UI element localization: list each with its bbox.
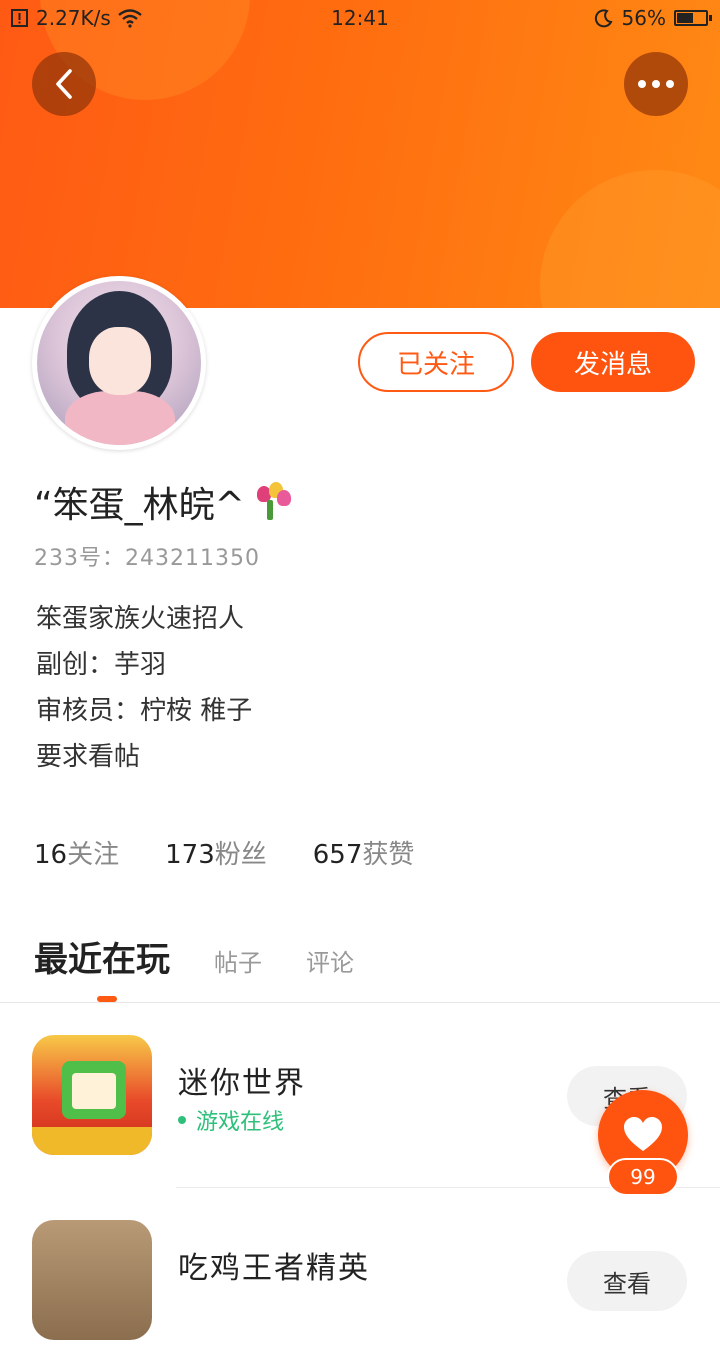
flower-emoji-icon bbox=[253, 482, 293, 522]
battery-icon bbox=[674, 10, 712, 26]
stat-followers[interactable]: 173粉丝 bbox=[165, 834, 267, 871]
status-bar: 2.27K/s 12:41 56% bbox=[0, 0, 720, 36]
bio-line: 审核员：柠桉 稚子 bbox=[36, 696, 253, 726]
avatar-image bbox=[37, 281, 201, 445]
divider bbox=[0, 1002, 720, 1003]
profile-tabs: 最近在玩 帖子 评论 bbox=[34, 932, 354, 981]
back-button[interactable] bbox=[32, 52, 96, 116]
battery-percent: 56% bbox=[621, 6, 666, 30]
stat-label: 关注 bbox=[67, 840, 120, 870]
user-id: 233号：243211350 bbox=[34, 546, 260, 571]
stat-likes: 657获赞 bbox=[313, 834, 415, 871]
game-name: 迷你世界 bbox=[178, 1066, 306, 1101]
tab-posts[interactable]: 帖子 bbox=[214, 943, 262, 978]
game-icon-mini-world bbox=[32, 1035, 152, 1155]
bio-line: 要求看帖 bbox=[36, 742, 141, 772]
more-dots-icon bbox=[638, 80, 674, 88]
stat-label: 获赞 bbox=[362, 840, 415, 870]
heart-icon bbox=[624, 1117, 662, 1151]
followed-button[interactable]: 已关注 bbox=[358, 332, 514, 392]
bio-line: 笨蛋家族火速招人 bbox=[36, 604, 245, 634]
online-dot-icon bbox=[178, 1116, 186, 1124]
bio-line: 副创：芋羽 bbox=[36, 650, 167, 680]
tab-recently-played[interactable]: 最近在玩 bbox=[34, 932, 170, 981]
game-status: 游戏在线 bbox=[178, 1104, 284, 1136]
more-button[interactable] bbox=[624, 52, 688, 116]
game-icon-pubg bbox=[32, 1220, 152, 1340]
moon-icon bbox=[594, 9, 613, 28]
bio: 笨蛋家族火速招人 副创：芋羽 审核员：柠桉 稚子 要求看帖 bbox=[36, 596, 252, 780]
game-name: 吃鸡王者精英 bbox=[178, 1251, 370, 1286]
nickname-row: “笨蛋_林皖^ bbox=[34, 476, 293, 528]
stats-row: 16关注 173粉丝 657获赞 bbox=[34, 834, 414, 871]
stat-following[interactable]: 16关注 bbox=[34, 834, 119, 871]
stat-number: 657 bbox=[312, 840, 363, 870]
avatar[interactable] bbox=[32, 276, 206, 450]
nickname: “笨蛋_林皖^ bbox=[34, 485, 245, 526]
send-message-button[interactable]: 发消息 bbox=[531, 332, 695, 392]
game-row[interactable]: 吃鸡王者精英 查看 bbox=[0, 1205, 720, 1355]
profile-banner bbox=[0, 0, 720, 308]
game-status-text: 游戏在线 bbox=[196, 1110, 285, 1135]
tab-comments[interactable]: 评论 bbox=[306, 943, 354, 978]
stat-number: 173 bbox=[165, 840, 215, 870]
stat-label: 粉丝 bbox=[214, 840, 267, 870]
stat-number: 16 bbox=[34, 840, 68, 870]
chevron-left-icon bbox=[56, 69, 72, 99]
clock: 12:41 bbox=[331, 6, 389, 30]
view-button[interactable]: 查看 bbox=[567, 1251, 687, 1311]
like-count-badge: 99 bbox=[607, 1158, 679, 1196]
